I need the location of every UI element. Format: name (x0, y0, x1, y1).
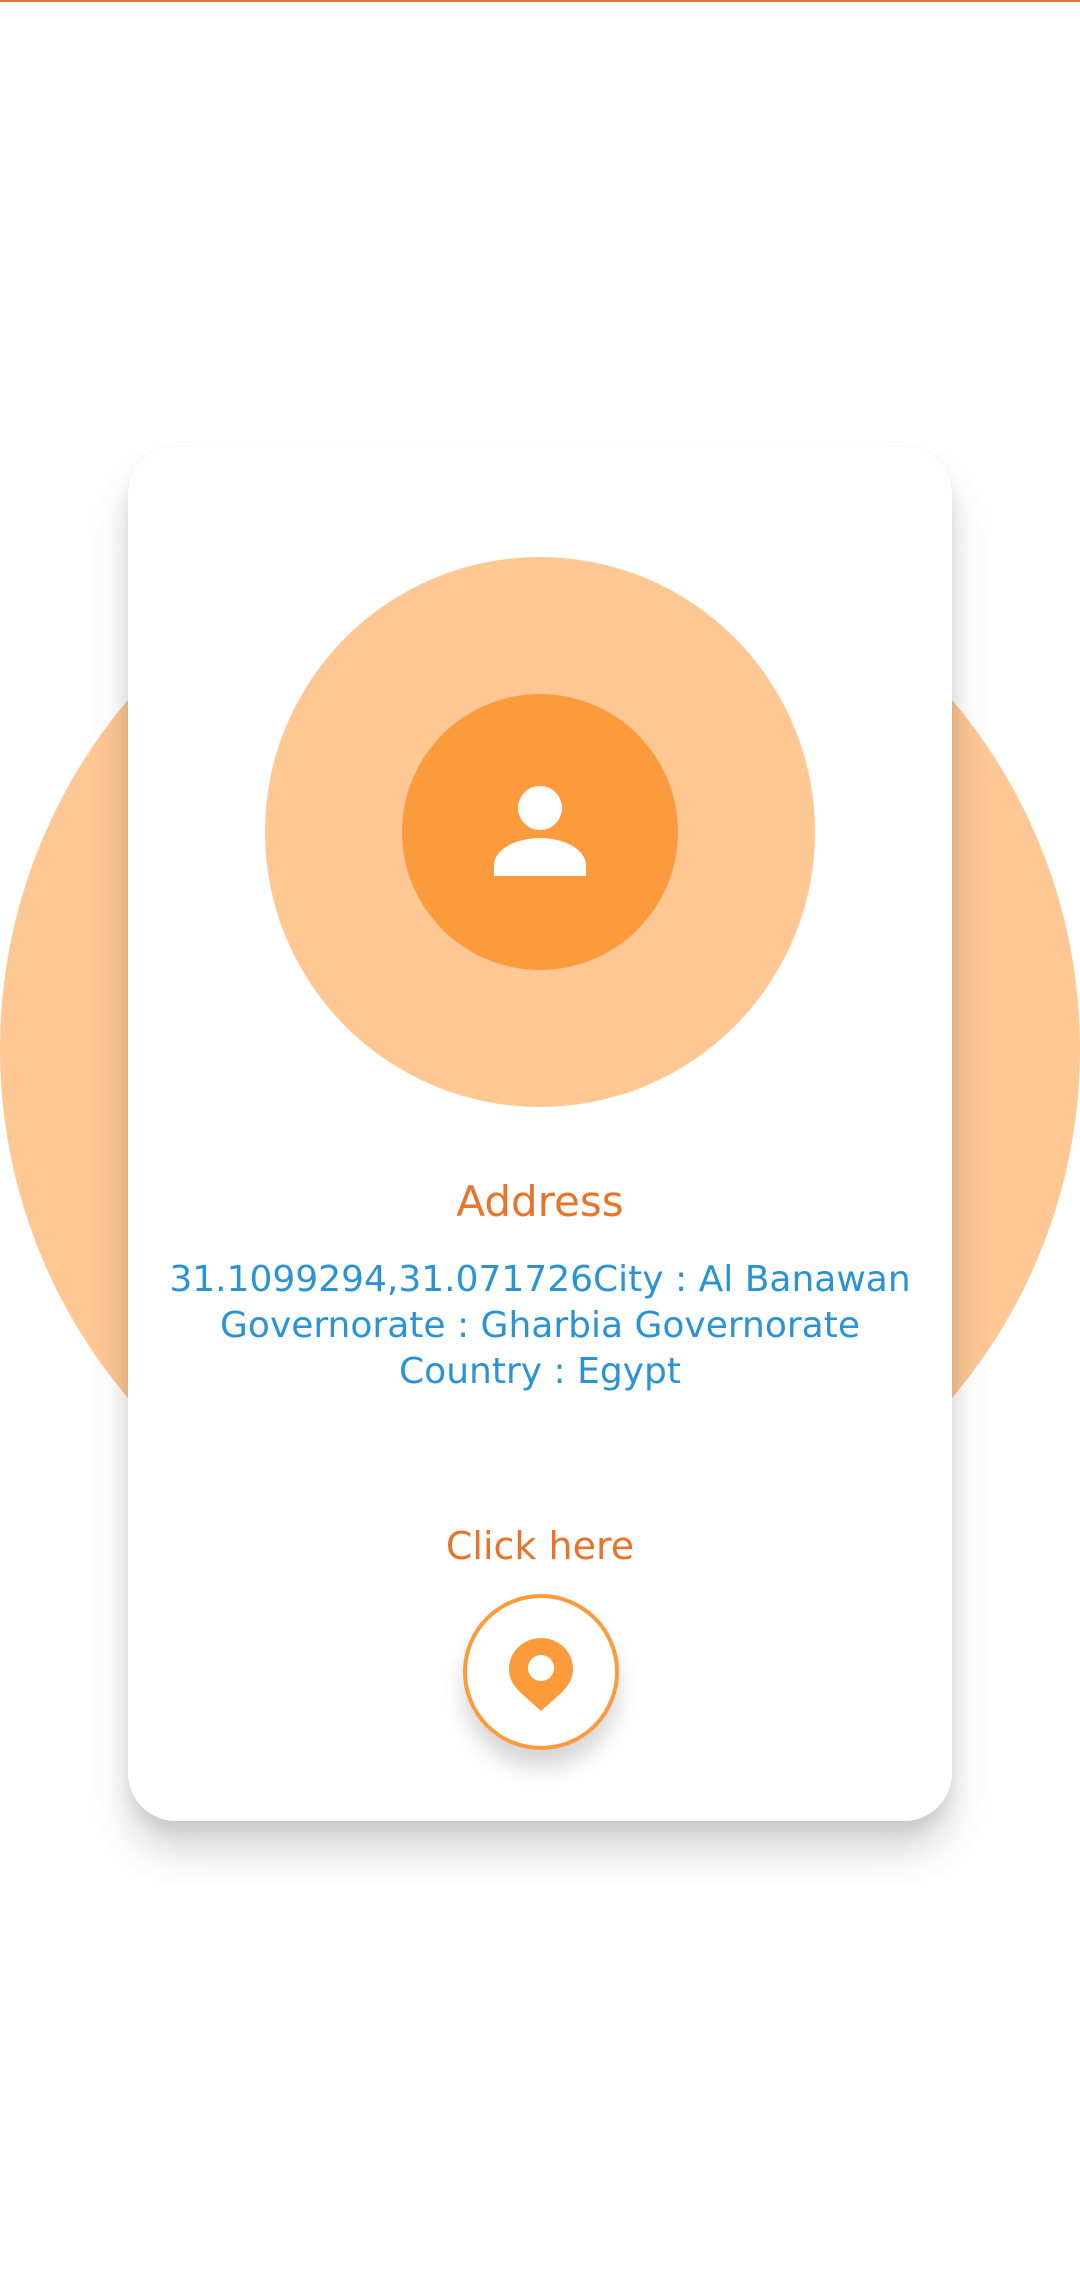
location-pin-icon (509, 1638, 573, 1711)
screen: Address 31.1099294,31.071726City : Al Ba… (0, 0, 1080, 2269)
address-line-governorate: Governorate : Gharbia Governorate (220, 1305, 860, 1346)
avatar (402, 694, 678, 970)
address-card: Address 31.1099294,31.071726City : Al Ba… (128, 447, 952, 1821)
address-title: Address (456, 1177, 624, 1226)
address-line-coordinates-city: 31.1099294,31.071726City : Al Banawan (169, 1259, 911, 1300)
person-icon (494, 786, 586, 876)
address-details: 31.1099294,31.071726City : Al Banawan Go… (148, 1257, 932, 1395)
address-line-country: Country : Egypt (399, 1351, 681, 1392)
top-accent-line (0, 0, 1080, 2)
avatar-outer-ring (265, 557, 815, 1107)
location-button[interactable] (463, 1594, 619, 1750)
click-here-label[interactable]: Click here (128, 1524, 952, 1568)
